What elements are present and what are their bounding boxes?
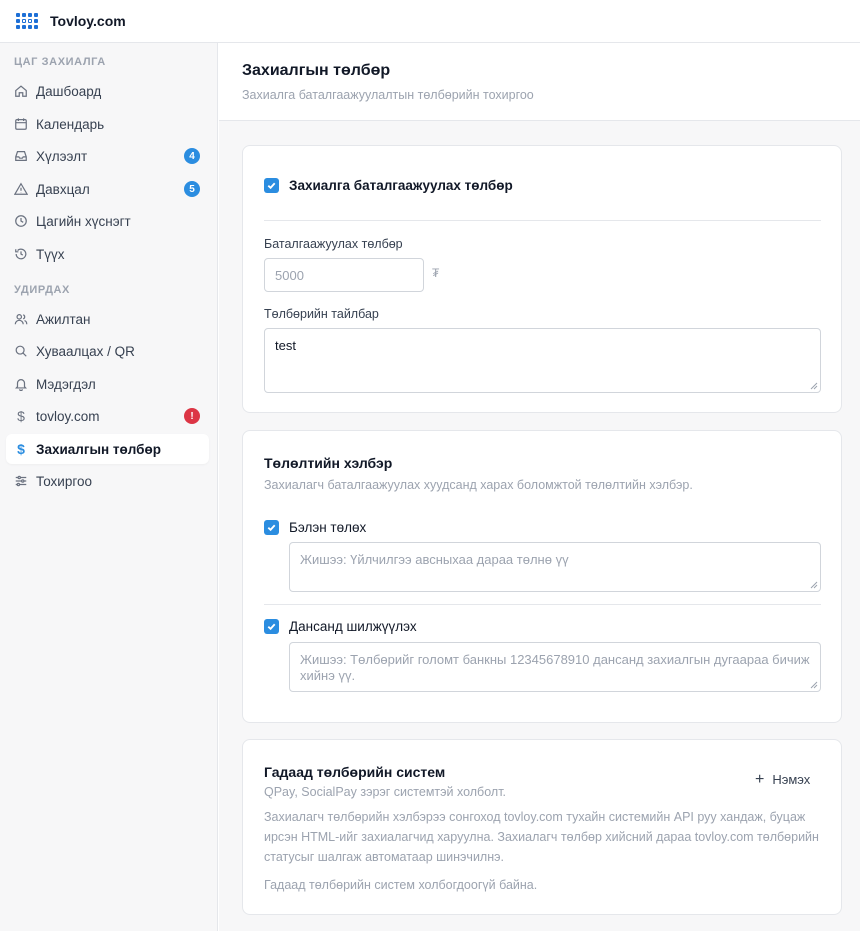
booking-fee-toggle[interactable]: Захиалга баталгаажуулах төлбөр [264,178,513,193]
sidebar-item-label: Хүлээлт [36,148,88,164]
sidebar-item-calendar[interactable]: Календарь [6,109,209,139]
bell-icon [14,377,28,391]
logo[interactable]: Tovloy.com [16,11,126,31]
users-icon [14,312,28,326]
conflicts-count-badge: 5 [184,181,200,197]
bank-transfer-placeholder: Жишээ: Төлбөрийг голомт банкны 123456789… [300,652,810,683]
sidebar-item-label: Мэдэгдэл [36,376,96,392]
external-payment-subtitle: QPay, SocialPay зэрэг системтэй холболт. [264,785,507,799]
pending-count-badge: 4 [184,148,200,164]
sidebar-section-manage: УДИРДАХ [14,284,70,296]
sidebar-item-label: tovloy.com [36,408,100,424]
cash-payment-toggle[interactable]: Бэлэн төлөх [264,520,366,535]
sidebar-item-label: Дашбоард [36,83,102,99]
external-payment-title: Гадаад төлбөрийн систем [264,764,446,780]
alert-badge: ! [184,408,200,424]
sidebar-item-history[interactable]: Түүх [6,239,209,269]
dollar-icon: $ [17,408,25,424]
bank-transfer-note-textarea[interactable]: Жишээ: Төлбөрийг голомт банкны 123456789… [289,642,821,692]
sidebar-item-timetable[interactable]: Цагийн хүснэгт [6,206,209,236]
history-icon [14,247,28,261]
sidebar-item-label: Захиалгын төлбөр [36,441,162,457]
fee-description-value: test [275,338,296,353]
search-icon [14,344,28,358]
main-content: Захиалгын төлбөр Захиалга баталгаажуулал… [219,43,860,931]
divider [264,604,821,605]
sidebar-item-label: Давхцал [36,181,90,197]
page-title: Захиалгын төлбөр [242,62,391,79]
dollar-icon: $ [17,441,25,457]
sidebar-item-booking-payment[interactable]: $ Захиалгын төлбөр [6,434,209,464]
divider [264,220,821,221]
sidebar-item-label: Түүх [36,246,65,262]
payment-method-card: Төлөлтийн хэлбэр Захиалагч баталгаажуула… [242,430,842,723]
sidebar-item-label: Тохиргоо [36,473,92,489]
home-icon [14,84,28,98]
sidebar-item-staff[interactable]: Ажилтан [6,304,209,334]
warning-icon [14,182,28,196]
sidebar-item-label: Календарь [36,116,105,132]
calendar-icon [14,117,28,131]
payment-method-description: Захиалагч баталгаажуулах хуудсанд харах … [264,478,693,492]
checkbox-checked-icon[interactable] [264,178,279,193]
inbox-icon [14,149,28,163]
booking-fee-label: Захиалга баталгаажуулах төлбөр [289,178,513,193]
add-button-label: Нэмэх [772,772,811,787]
plus-icon: + [755,770,765,788]
fee-description-textarea[interactable]: test [264,328,821,393]
sidebar-item-share-qr[interactable]: Хуваалцах / QR [6,336,209,366]
resize-handle-icon[interactable] [810,382,818,390]
external-payment-empty-state: Гадаад төлбөрийн систем холбогдоогүй бай… [264,878,538,892]
fee-amount-label: Баталгаажуулах төлбөр [264,237,403,251]
resize-handle-icon[interactable] [810,581,818,589]
sidebar-item-dashboard[interactable]: Дашбоард [6,76,209,106]
bank-transfer-toggle[interactable]: Дансанд шилжүүлэх [264,619,417,634]
sidebar-item-label: Хуваалцах / QR [36,343,135,359]
page-header: Захиалгын төлбөр Захиалга баталгаажуулал… [219,43,860,121]
brand-name: Tovloy.com [50,13,126,29]
top-bar: Tovloy.com [0,0,860,43]
clock-icon [14,214,28,228]
fee-description-label: Төлбөрийн тайлбар [264,307,379,321]
sidebar-item-conflicts[interactable]: Давхцал 5 [6,174,209,204]
checkbox-checked-icon[interactable] [264,619,279,634]
sidebar-item-label: Цагийн хүснэгт [36,213,131,229]
currency-symbol: ₮ [432,266,440,280]
external-payment-description: Захиалагч төлбөрийн хэлбэрээ сонгоход to… [264,810,819,864]
bank-transfer-label: Дансанд шилжүүлэх [289,619,417,634]
sidebar-item-label: Ажилтан [36,311,91,327]
checkbox-checked-icon[interactable] [264,520,279,535]
logo-icon [16,11,40,31]
sidebar-item-settings[interactable]: Тохиргоо [6,466,209,496]
sliders-icon [14,474,28,488]
resize-handle-icon[interactable] [810,681,818,689]
sidebar-item-notifications[interactable]: Мэдэгдэл [6,369,209,399]
cash-payment-placeholder: Жишээ: Үйлчилгээ авсныхаа дараа төлнө үү [300,552,569,567]
page-subtitle: Захиалга баталгаажуулалтын төлбөрийн тох… [242,88,534,102]
cash-payment-note-textarea[interactable]: Жишээ: Үйлчилгээ авсныхаа дараа төлнө үү [289,542,821,592]
sidebar-section-booking: ЦАГ ЗАХИАЛГА [14,56,106,68]
sidebar: ЦАГ ЗАХИАЛГА Дашбоард Календарь Хүлээлт … [0,43,218,931]
sidebar-item-pending[interactable]: Хүлээлт 4 [6,141,209,171]
external-payment-card: Гадаад төлбөрийн систем QPay, SocialPay … [242,739,842,915]
add-payment-system-button[interactable]: + Нэмэх [755,770,811,788]
fee-amount-input[interactable]: 5000 [264,258,424,292]
cash-payment-label: Бэлэн төлөх [289,520,367,535]
sidebar-item-tovloy[interactable]: $ tovloy.com ! [6,401,209,431]
booking-fee-card: Захиалга баталгаажуулах төлбөр Баталгааж… [242,145,842,413]
payment-method-title: Төлөлтийн хэлбэр [264,455,393,471]
